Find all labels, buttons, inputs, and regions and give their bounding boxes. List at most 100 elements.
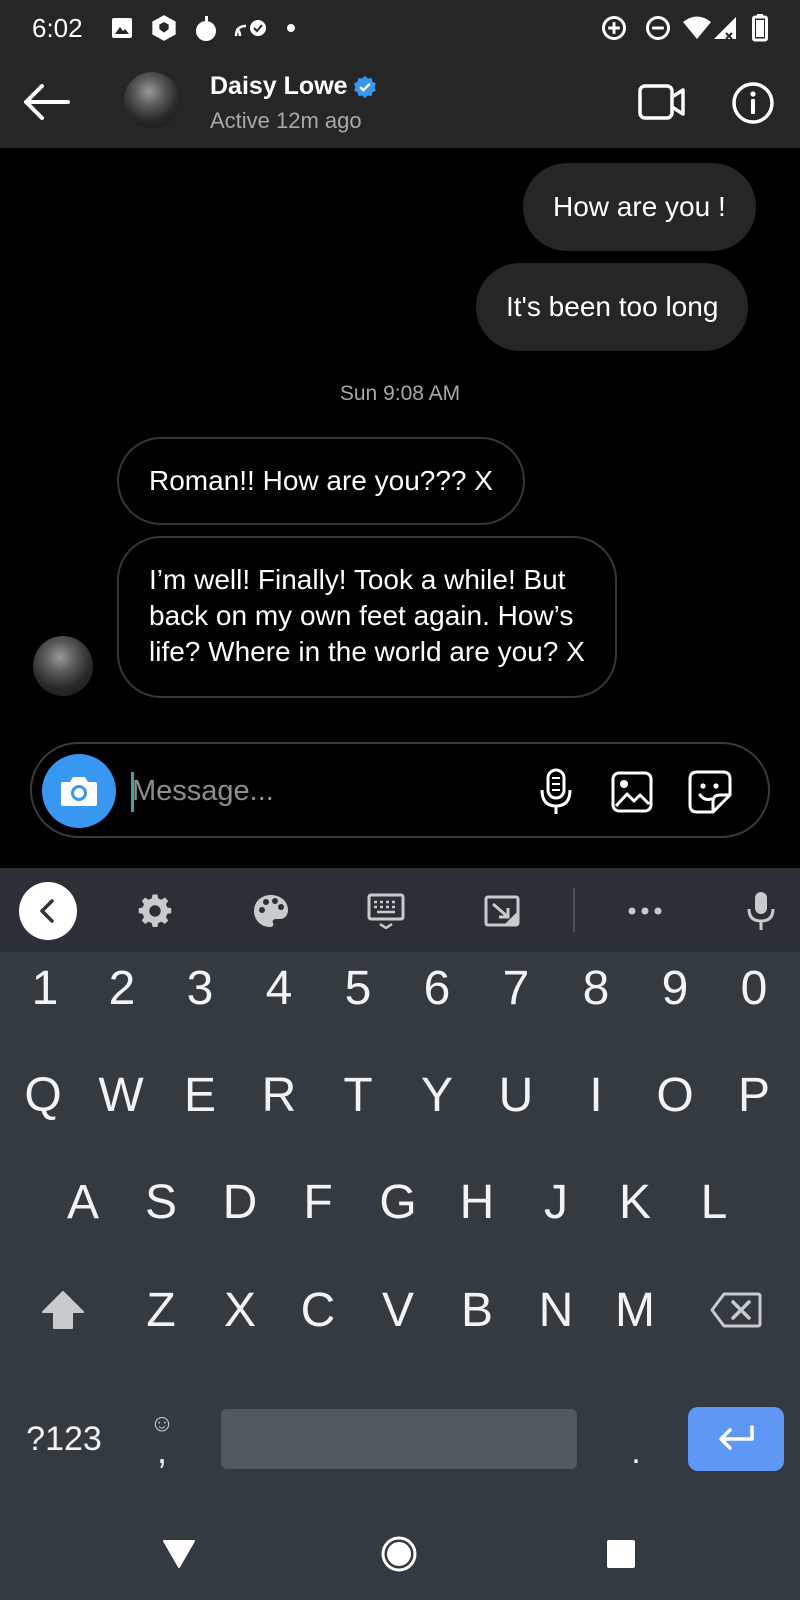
key-8[interactable]: 8 (560, 940, 632, 1036)
signal-icon (712, 14, 738, 42)
key-4[interactable]: 4 (243, 940, 315, 1036)
key-b[interactable]: B (441, 1258, 513, 1362)
message-bubble-incoming[interactable]: Roman!! How are you??? X (117, 437, 525, 525)
message-bubble-outgoing[interactable]: How are you ! (523, 163, 756, 251)
key-i[interactable]: I (560, 1043, 632, 1147)
key-y[interactable]: Y (401, 1043, 473, 1147)
symbols-key[interactable]: ?123 (14, 1398, 114, 1480)
sender-avatar[interactable] (33, 636, 93, 696)
key-u[interactable]: U (480, 1043, 552, 1147)
info-button[interactable] (728, 78, 778, 128)
camera-button[interactable] (42, 754, 116, 828)
key-r[interactable]: R (243, 1043, 315, 1147)
voice-message-button[interactable] (526, 762, 586, 822)
key-e[interactable]: E (164, 1043, 236, 1147)
wifi-icon (682, 14, 712, 42)
video-call-button[interactable] (636, 78, 688, 126)
period-key[interactable]: . (604, 1398, 668, 1480)
enter-key[interactable] (688, 1407, 784, 1471)
info-icon (732, 82, 774, 124)
space-key[interactable] (221, 1409, 577, 1469)
one-handed-mode-button[interactable] (357, 882, 415, 940)
key-t[interactable]: T (322, 1043, 394, 1147)
key-f[interactable]: F (282, 1150, 354, 1254)
chevron-left-icon (40, 899, 54, 923)
message-input[interactable] (132, 762, 532, 820)
key-l[interactable]: L (678, 1150, 750, 1254)
data-saver-icon (600, 14, 628, 42)
keyboard-theme-button[interactable] (242, 882, 300, 940)
comma-label: , (156, 1430, 167, 1471)
key-k[interactable]: K (599, 1150, 671, 1254)
fruit-icon (194, 14, 218, 42)
key-j[interactable]: J (520, 1150, 592, 1254)
keyboard-settings-button[interactable] (126, 882, 184, 940)
sticker-button[interactable] (680, 762, 740, 822)
key-c[interactable]: C (282, 1258, 354, 1362)
key-o[interactable]: O (639, 1043, 711, 1147)
key-z[interactable]: Z (125, 1258, 197, 1362)
key-a[interactable]: A (47, 1150, 119, 1254)
contact-status: Active 12m ago (210, 108, 362, 133)
arrow-left-icon (24, 84, 70, 120)
dnd-icon (644, 14, 672, 42)
gallery-button[interactable] (602, 762, 662, 822)
key-7[interactable]: 7 (480, 940, 552, 1036)
floating-keyboard-button[interactable] (473, 882, 531, 940)
sticker-icon (688, 770, 732, 814)
video-camera-icon (638, 84, 685, 120)
contact-name-row[interactable]: Daisy Lowe (210, 72, 378, 101)
key-x[interactable]: X (204, 1258, 276, 1362)
key-0[interactable]: 0 (718, 940, 790, 1036)
key-w[interactable]: W (85, 1043, 157, 1147)
dot-icon (286, 14, 296, 42)
key-g[interactable]: G (362, 1150, 434, 1254)
keyboard-collapse-button[interactable] (19, 882, 77, 940)
key-v[interactable]: V (362, 1258, 434, 1362)
voice-typing-button[interactable] (732, 882, 790, 940)
shield-hex-icon (150, 14, 178, 42)
square-icon (607, 1540, 635, 1568)
comma-emoji-key[interactable]: ☺, (130, 1398, 194, 1480)
backspace-key[interactable] (700, 1258, 772, 1362)
battery-icon (752, 14, 768, 42)
keyboard: 1 2 3 4 5 6 7 8 9 0 Q W E R T Y U I O P A S D F G H J K L Z X C V B N M ?123… (0, 868, 800, 1600)
microphone-icon (540, 768, 572, 814)
chat-header: Daisy Lowe Active 12m ago (0, 56, 800, 148)
message-text: Roman!! How are you??? X (149, 465, 493, 496)
nav-back-button[interactable] (151, 1526, 207, 1582)
key-3[interactable]: 3 (164, 940, 236, 1036)
key-p[interactable]: P (718, 1043, 790, 1147)
shift-key[interactable] (28, 1258, 98, 1362)
message-bubble-outgoing[interactable]: It's been too long (476, 263, 749, 351)
key-m[interactable]: M (599, 1258, 671, 1362)
message-text-line: I’m well! Finally! Took a while! But (149, 564, 566, 595)
key-d[interactable]: D (204, 1150, 276, 1254)
nav-recents-button[interactable] (593, 1526, 649, 1582)
more-options-button[interactable] (616, 882, 674, 940)
key-n[interactable]: N (520, 1258, 592, 1362)
home-circle-icon (381, 1536, 417, 1572)
image-icon (110, 14, 134, 42)
resize-icon (484, 895, 520, 927)
key-2[interactable]: 2 (86, 940, 158, 1036)
shift-icon (42, 1291, 84, 1329)
triangle-down-icon (163, 1540, 195, 1568)
message-bubble-incoming[interactable]: I’m well! Finally! Took a while! But bac… (117, 536, 617, 698)
key-1[interactable]: 1 (9, 940, 81, 1036)
key-q[interactable]: Q (7, 1043, 79, 1147)
key-s[interactable]: S (125, 1150, 197, 1254)
status-bar: 6:02 (0, 0, 800, 56)
key-9[interactable]: 9 (639, 940, 711, 1036)
back-button[interactable] (18, 76, 74, 128)
keyboard-icon (367, 893, 405, 929)
backspace-icon (710, 1292, 762, 1328)
message-timestamp: Sun 9:08 AM (339, 382, 461, 405)
nav-home-button[interactable] (371, 1526, 427, 1582)
key-5[interactable]: 5 (322, 940, 394, 1036)
key-h[interactable]: H (441, 1150, 513, 1254)
more-icon (628, 907, 662, 915)
camera-icon (61, 777, 97, 806)
key-6[interactable]: 6 (401, 940, 473, 1036)
contact-avatar[interactable] (124, 72, 180, 128)
